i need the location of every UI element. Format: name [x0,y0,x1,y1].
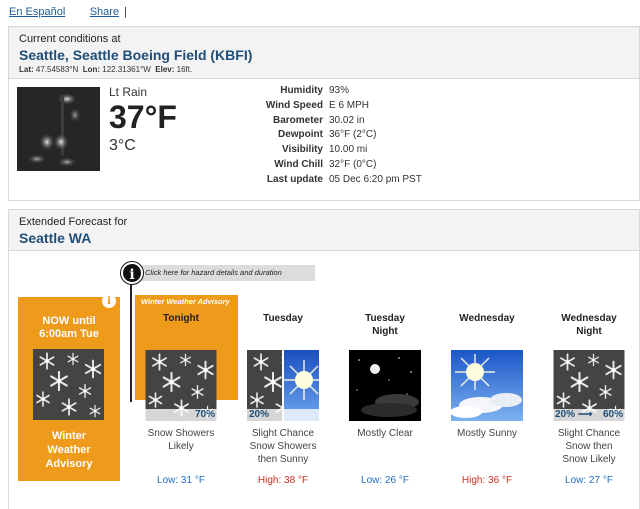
forecast-period-wednesday-night: Wednesday Night 20% ⟶ 60% Slight Chance Sn… [539,312,639,486]
now-box-advisory: Winter Weather Advisory [45,430,93,470]
lon-value: 122.31361°W [102,65,151,74]
snow-then-sun-icon: 20% [247,350,319,421]
espanol-link[interactable]: En Español [9,6,65,18]
period-temperature: High: 38 °F [257,475,309,486]
winter-advisory-tab[interactable]: Winter Weather Advisory [135,295,238,308]
snow-icon [33,349,104,420]
period-name: Wednesday [459,313,515,324]
current-conditions-header: Current conditions at Seattle, Seattle B… [9,27,639,79]
precip-chance: 20% ⟶ 60% [553,409,625,421]
forecast-label: Extended Forecast for [19,216,128,228]
current-temp-f: 37°F [109,99,177,135]
now-box-title: NOW until 6:00am Tue [39,315,99,340]
extended-forecast-panel: Extended Forecast for Seattle WA Click h… [8,209,640,509]
station-coordinates: Lat: 47.54583°N Lon: 122.31361°W Elev: 1… [19,65,629,74]
rain-night-camera-image [17,87,100,171]
forecast-period-wednesday: Wednesday Mostly Sunny High: 36 °F [437,312,537,486]
detail-row-barometer: Barometer 30.02 in [239,114,422,129]
current-conditions-label: Current conditions at [19,33,121,45]
info-icon[interactable]: i [121,262,143,284]
detail-value: 32°F (0°C) [329,158,377,170]
current-condition-text: Lt Rain [109,85,148,99]
current-temp-c: 3°C [109,137,136,154]
period-description: Slight Chance Snow then Snow Likely [557,428,621,465]
detail-value: 36°F (2°C) [329,129,377,141]
hazard-details-link[interactable]: Click here for hazard details and durati… [129,265,315,281]
detail-key: Dewpoint [278,129,323,141]
snow-showers-icon: 70% [145,350,217,421]
forecast-period-tuesday-night: Tuesday Night Mostly Clear Low: 26 °F [335,312,435,486]
detail-value: 05 Dec 6:20 pm PST [329,173,422,185]
period-temperature: Low: 31 °F [157,475,205,486]
snow-likely-icon: 20% ⟶ 60% [553,350,625,421]
lat-value: 47.54583°N [35,65,79,74]
lat-label: Lat: [19,65,34,74]
period-temperature: Low: 26 °F [361,475,409,486]
forecast-location: Seattle WA [19,230,92,246]
precip-chance: 70% [145,409,217,421]
detail-key: Wind Chill [274,158,323,170]
detail-row-humidity: Humidity 93% [239,84,422,99]
detail-row-visibility: Visibility 10.00 mi [239,143,422,158]
current-conditions-panel: Current conditions at Seattle, Seattle B… [8,26,640,201]
now-advisory-box[interactable]: i NOW until 6:00am Tue Winter Weather Ad… [18,294,120,481]
detail-key: Barometer [272,114,323,126]
period-name: Tonight [163,313,199,324]
precip-chance: 20% [247,409,319,421]
mostly-sunny-icon [451,350,523,421]
info-icon: i [102,294,116,308]
detail-value: 93% [329,85,350,96]
forecast-period-tonight: Tonight 70% Snow Showers Likely Low: 31 … [131,312,231,486]
detail-key: Humidity [280,85,323,96]
top-links: En Español Share | [9,6,127,18]
detail-key: Visibility [282,144,323,156]
period-description: Snow Showers Likely [147,428,215,452]
period-temperature: Low: 27 °F [565,475,613,486]
detail-value: E 6 MPH [329,99,370,111]
lon-label: Lon: [82,65,101,74]
elev-value: 16ft. [176,65,193,74]
detail-key: Wind Speed [265,99,323,111]
current-conditions-body: Lt Rain 37°F 3°C Humidity 93% Wind Speed E… [9,79,639,187]
share-separator: | [124,6,127,18]
elev-label: Elev: [155,65,175,74]
period-name: Wednesday Night [561,313,617,337]
period-name: Tuesday Night [365,313,405,337]
forecast-period-tuesday: Tuesday 20% Slight Chance Snow Showers t… [233,312,333,486]
period-description: Slight Chance Snow Showers then Sunny [249,428,317,465]
period-description: Mostly Sunny [456,428,518,439]
mostly-clear-night-icon [349,350,421,421]
period-temperature: High: 36 °F [461,475,513,486]
forecast-header: Extended Forecast for Seattle WA [9,210,639,251]
detail-row-wind-chill: Wind Chill 32°F (0°C) [239,158,422,173]
share-link[interactable]: Share [90,6,119,18]
period-description: Mostly Clear [357,428,413,439]
period-name: Tuesday [263,313,303,324]
detail-value: 10.00 mi [329,144,368,156]
detail-value: 30.02 in [329,114,365,126]
detail-row-dewpoint: Dewpoint 36°F (2°C) [239,128,422,143]
current-details-table: Humidity 93% Wind Speed E 6 MPH Barometer 3… [239,84,422,188]
detail-row-wind-speed: Wind Speed E 6 MPH [239,99,422,114]
station-name: Seattle, Seattle Boeing Field (KBFI) [19,47,253,63]
detail-key: Last update [266,173,323,185]
detail-row-last-update: Last update 05 Dec 6:20 pm PST [239,173,422,188]
